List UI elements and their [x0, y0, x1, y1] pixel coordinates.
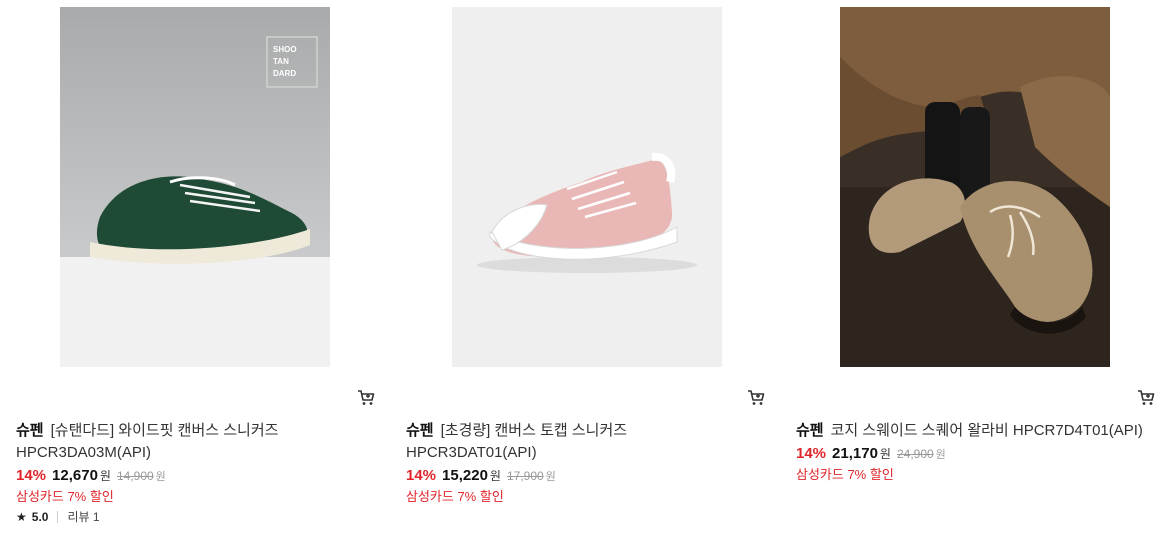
product-image[interactable]: SHOO TAN DARD: [60, 7, 330, 367]
currency-unit: 원: [879, 447, 891, 461]
cart-icon: [748, 390, 765, 405]
divider: [57, 510, 59, 523]
discount-rate: 14%: [16, 467, 47, 484]
product-code: HPCR3DA03M(API): [16, 444, 152, 461]
currency-unit: 원: [489, 469, 501, 483]
brand-badge-line: SHOO: [273, 45, 297, 54]
rating-info: ★ 5.0 리뷰 1: [16, 508, 100, 525]
original-price: 14,900: [116, 469, 154, 483]
card-benefit: 삼성카드 7% 할인: [406, 489, 504, 504]
sale-price: 15,220: [442, 467, 488, 484]
product-title[interactable]: 슈펜 [초경량] 캔버스 토캡 스니커즈: [406, 421, 627, 440]
brand-name: 슈펜: [406, 422, 434, 439]
original-price: 17,900: [506, 469, 544, 483]
add-to-cart-button[interactable]: [746, 388, 766, 408]
product-title[interactable]: 슈펜 코지 스웨이드 스퀘어 왈라비 HPCR7D4T01(API): [796, 421, 1143, 440]
product-title[interactable]: 슈펜 [슈탠다드] 와이드핏 캔버스 스니커즈: [16, 421, 278, 440]
brand-badge-line: DARD: [273, 69, 296, 78]
brand-name: 슈펜: [16, 422, 44, 439]
product-name: [슈탠다드] 와이드핏 캔버스 스니커즈: [50, 422, 279, 439]
discount-rate: 14%: [406, 467, 437, 484]
price-info: 14% 12,670 원 14,900 원: [16, 466, 166, 487]
review-label: 리뷰: [67, 510, 90, 524]
product-code: HPCR3DAT01(API): [406, 444, 537, 461]
brand-name: 슈펜: [796, 422, 824, 439]
sale-price: 12,670: [52, 467, 98, 484]
brand-badge-line: TAN: [273, 57, 289, 66]
original-currency-unit: 원: [935, 449, 946, 461]
add-to-cart-button[interactable]: [1136, 388, 1156, 408]
original-price: 24,900: [896, 447, 934, 461]
cart-icon: [358, 390, 375, 405]
original-currency-unit: 원: [545, 471, 556, 483]
sale-price: 21,170: [832, 445, 878, 462]
add-to-cart-button[interactable]: [356, 388, 376, 408]
discount-rate: 14%: [796, 445, 827, 462]
product-image[interactable]: [840, 7, 1110, 367]
product-card[interactable]: 슈펜 코지 스웨이드 스퀘어 왈라비 HPCR7D4T01(API) 14% 21,…: [780, 0, 1155, 536]
product-name: 코지 스웨이드 스퀘어 왈라비 HPCR7D4T01(API): [830, 422, 1143, 439]
cart-icon: [1138, 390, 1155, 405]
product-card[interactable]: 슈펜 [초경량] 캔버스 토캡 스니커즈 HPCR3DAT01(API) 14% 1…: [390, 0, 765, 536]
card-benefit: 삼성카드 7% 할인: [16, 489, 114, 504]
product-card[interactable]: SHOO TAN DARD 슈펜 [슈탠다드] 와이드핏 캔버스 스니커즈 HPC…: [0, 0, 375, 536]
product-name: [초경량] 캔버스 토캡 스니커즈: [440, 422, 628, 439]
product-image[interactable]: [452, 7, 722, 367]
original-currency-unit: 원: [155, 471, 166, 483]
card-benefit: 삼성카드 7% 할인: [796, 467, 894, 482]
review-count: 1: [92, 509, 100, 524]
rating-score: 5.0: [31, 509, 49, 524]
currency-unit: 원: [99, 469, 111, 483]
star-icon: ★: [16, 509, 27, 524]
price-info: 14% 21,170 원 24,900 원: [796, 444, 946, 465]
price-info: 14% 15,220 원 17,900 원: [406, 466, 556, 487]
